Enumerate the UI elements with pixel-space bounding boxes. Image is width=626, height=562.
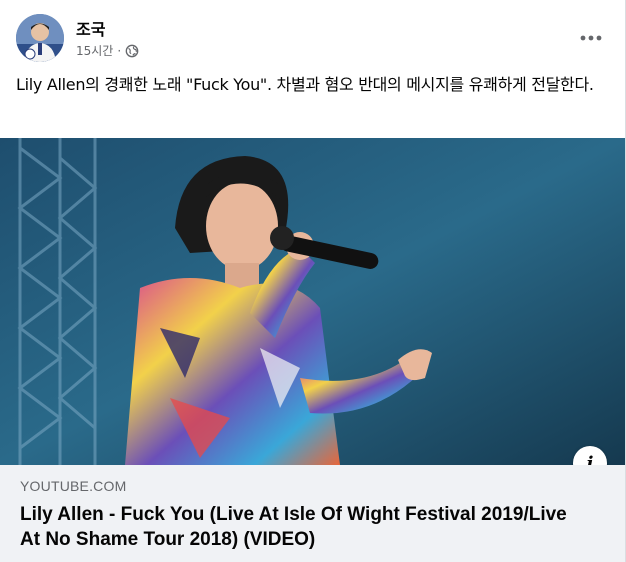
author-name[interactable]: 조국: [76, 16, 105, 40]
post-card: 조국 15시간 · Lily Allen의 경쾌한 노래 "Fuck You".…: [0, 0, 626, 562]
link-preview[interactable]: YOUTUBE.COM Lily Allen - Fuck You (Live …: [0, 465, 625, 562]
meta-separator: ·: [117, 43, 122, 58]
globe-icon[interactable]: [125, 44, 139, 58]
video-thumbnail[interactable]: i: [0, 138, 625, 465]
post-header: 조국 15시간 ·: [16, 14, 609, 68]
more-options-icon[interactable]: [577, 24, 605, 52]
post-meta: 15시간 ·: [76, 42, 139, 59]
post-text: Lily Allen의 경쾌한 노래 "Fuck You". 차별과 혐오 반대…: [16, 75, 594, 94]
post-timestamp[interactable]: 15시간: [76, 42, 113, 59]
link-title[interactable]: Lily Allen - Fuck You (Live At Isle Of W…: [20, 502, 580, 552]
link-domain: YOUTUBE.COM: [20, 478, 127, 494]
author-avatar[interactable]: [16, 14, 64, 62]
